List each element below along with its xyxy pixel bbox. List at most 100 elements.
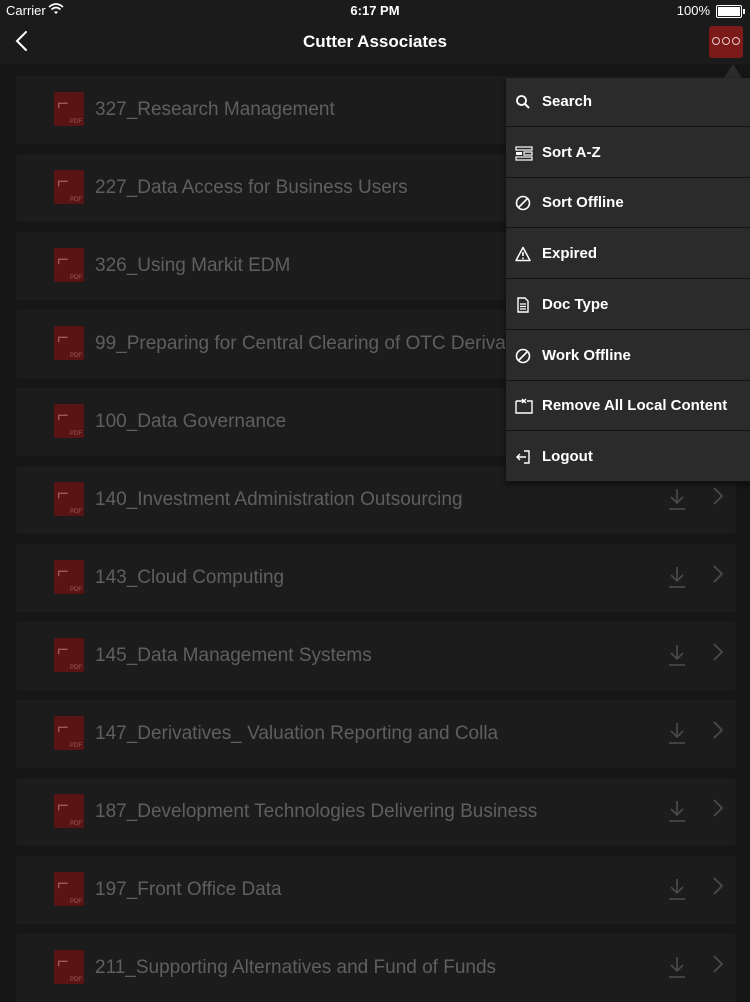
acrobat-glyph: ⌐: [57, 561, 69, 583]
chevron-right-icon[interactable]: [711, 484, 725, 514]
menu-item-remove-all-local-content[interactable]: Remove All Local Content: [506, 382, 750, 432]
acrobat-glyph: ⌐: [57, 327, 69, 349]
more-options-button[interactable]: [709, 26, 743, 58]
chevron-right-icon[interactable]: [711, 952, 725, 982]
acrobat-glyph: ⌐: [57, 795, 69, 817]
acrobat-glyph: ⌐: [57, 873, 69, 895]
document-row[interactable]: ⌐ PDF 145_Data Management Systems: [16, 622, 736, 690]
download-icon[interactable]: [666, 564, 688, 590]
pdf-icon: ⌐ PDF: [54, 404, 84, 438]
logout-icon: [515, 449, 531, 465]
acrobat-glyph: ⌐: [57, 483, 69, 505]
document-title: 99_Preparing for Central Clearing of OTC…: [95, 333, 506, 354]
more-icon-dot: [732, 37, 740, 45]
document-row[interactable]: ⌐ PDF 211_Supporting Alternatives and Fund…: [16, 934, 736, 1002]
pdf-badge: PDF: [70, 509, 82, 515]
chevron-right-icon[interactable]: [711, 640, 725, 670]
acrobat-glyph: ⌐: [57, 171, 69, 193]
menu-item-logout[interactable]: Logout: [506, 433, 750, 482]
download-icon[interactable]: [666, 720, 688, 746]
menu-item-label: Sort A-Z: [542, 143, 601, 161]
pdf-icon: ⌐ PDF: [54, 638, 84, 672]
menu-item-label: Doc Type: [542, 295, 609, 313]
pdf-icon: ⌐ PDF: [54, 482, 84, 516]
status-bar: Carrier 6:17 PM 100%: [0, 0, 750, 22]
pdf-badge: PDF: [70, 197, 82, 203]
more-icon: [712, 37, 720, 45]
menu-item-label: Remove All Local Content: [542, 397, 728, 415]
no-entry-icon: [515, 348, 531, 364]
pdf-icon: ⌐ PDF: [54, 92, 84, 126]
battery-percent: 100%: [676, 3, 710, 18]
acrobat-glyph: ⌐: [57, 639, 69, 661]
search-icon: [515, 94, 531, 110]
document-title: 140_Investment Administration Outsourcin…: [95, 489, 463, 510]
document-title: 145_Data Management Systems: [95, 645, 372, 666]
pdf-icon: ⌐ PDF: [54, 170, 84, 204]
document-title: 326_Using Markit EDM: [95, 255, 291, 276]
pdf-icon: ⌐ PDF: [54, 560, 84, 594]
warning-icon: [515, 246, 531, 262]
pdf-icon: ⌐ PDF: [54, 716, 84, 750]
document-row[interactable]: ⌐ PDF 197_Front Office Data: [16, 856, 736, 924]
chevron-right-icon[interactable]: [711, 796, 725, 826]
pdf-icon: ⌐ PDF: [54, 794, 84, 828]
options-menu: Search Sort A-Z Sort Offline Expired Doc Typ…: [506, 78, 750, 482]
pdf-badge: PDF: [70, 899, 82, 905]
document-title: 227_Data Access for Business Users: [95, 177, 408, 198]
document-row[interactable]: ⌐ PDF 187_Development Technologies Deliver…: [16, 778, 736, 846]
sort-icon: [515, 145, 533, 161]
pdf-badge: PDF: [70, 587, 82, 593]
document-title: 327_Research Management: [95, 99, 335, 120]
menu-item-search[interactable]: Search: [506, 78, 750, 127]
no-entry-icon: [515, 195, 531, 211]
pdf-badge: PDF: [70, 977, 82, 983]
document-title: 100_Data Governance: [95, 411, 287, 432]
menu-item-doc-type[interactable]: Doc Type: [506, 281, 750, 330]
menu-item-label: Logout: [542, 447, 593, 465]
menu-item-expired[interactable]: Expired: [506, 230, 750, 280]
document-title: 147_Derivatives_ Valuation Reporting and…: [95, 723, 499, 744]
menu-item-label: Expired: [542, 245, 598, 263]
download-icon[interactable]: [666, 876, 688, 902]
menu-item-label: Search: [542, 93, 593, 110]
pdf-icon: ⌐ PDF: [54, 950, 84, 984]
menu-item-label: Sort Offline: [542, 194, 624, 212]
chevron-right-icon[interactable]: [711, 874, 725, 904]
pdf-badge: PDF: [70, 743, 82, 749]
navigation-bar: Cutter Associates: [0, 22, 750, 64]
chevron-right-icon[interactable]: [711, 718, 725, 748]
document-title: 187_Development Technologies Delivering …: [95, 801, 538, 822]
pdf-icon: ⌐ PDF: [54, 248, 84, 282]
menu-pointer: [724, 64, 742, 78]
remove-content-icon: [515, 398, 533, 414]
document-title: 197_Front Office Data: [95, 879, 282, 900]
battery-icon: [716, 5, 745, 18]
pdf-badge: PDF: [70, 119, 82, 125]
acrobat-glyph: ⌐: [57, 405, 69, 427]
download-icon[interactable]: [666, 486, 688, 512]
pdf-badge: PDF: [70, 431, 82, 437]
pdf-icon: ⌐ PDF: [54, 326, 84, 360]
acrobat-glyph: ⌐: [57, 93, 69, 115]
document-row[interactable]: ⌐ PDF 143_Cloud Computing: [16, 544, 736, 612]
menu-item-sort-a-z[interactable]: Sort A-Z: [506, 129, 750, 178]
pdf-badge: PDF: [70, 665, 82, 671]
download-icon[interactable]: [666, 798, 688, 824]
menu-item-sort-offline[interactable]: Sort Offline: [506, 179, 750, 229]
acrobat-glyph: ⌐: [57, 717, 69, 739]
menu-item-work-offline[interactable]: Work Offline: [506, 332, 750, 381]
pdf-badge: PDF: [70, 821, 82, 827]
pdf-icon: ⌐ PDF: [54, 872, 84, 906]
acrobat-glyph: ⌐: [57, 951, 69, 973]
acrobat-glyph: ⌐: [57, 249, 69, 271]
chevron-right-icon[interactable]: [711, 562, 725, 592]
more-icon-dot: [722, 37, 730, 45]
page-title: Cutter Associates: [303, 32, 447, 51]
document-row[interactable]: ⌐ PDF 147_Derivatives_ Valuation Reporting…: [16, 700, 736, 768]
document-title: 211_Supporting Alternatives and Fund of …: [95, 957, 497, 978]
status-time: 6:17 PM: [350, 3, 400, 18]
download-icon[interactable]: [666, 642, 688, 668]
download-icon[interactable]: [666, 954, 688, 980]
pdf-badge: PDF: [70, 275, 82, 281]
